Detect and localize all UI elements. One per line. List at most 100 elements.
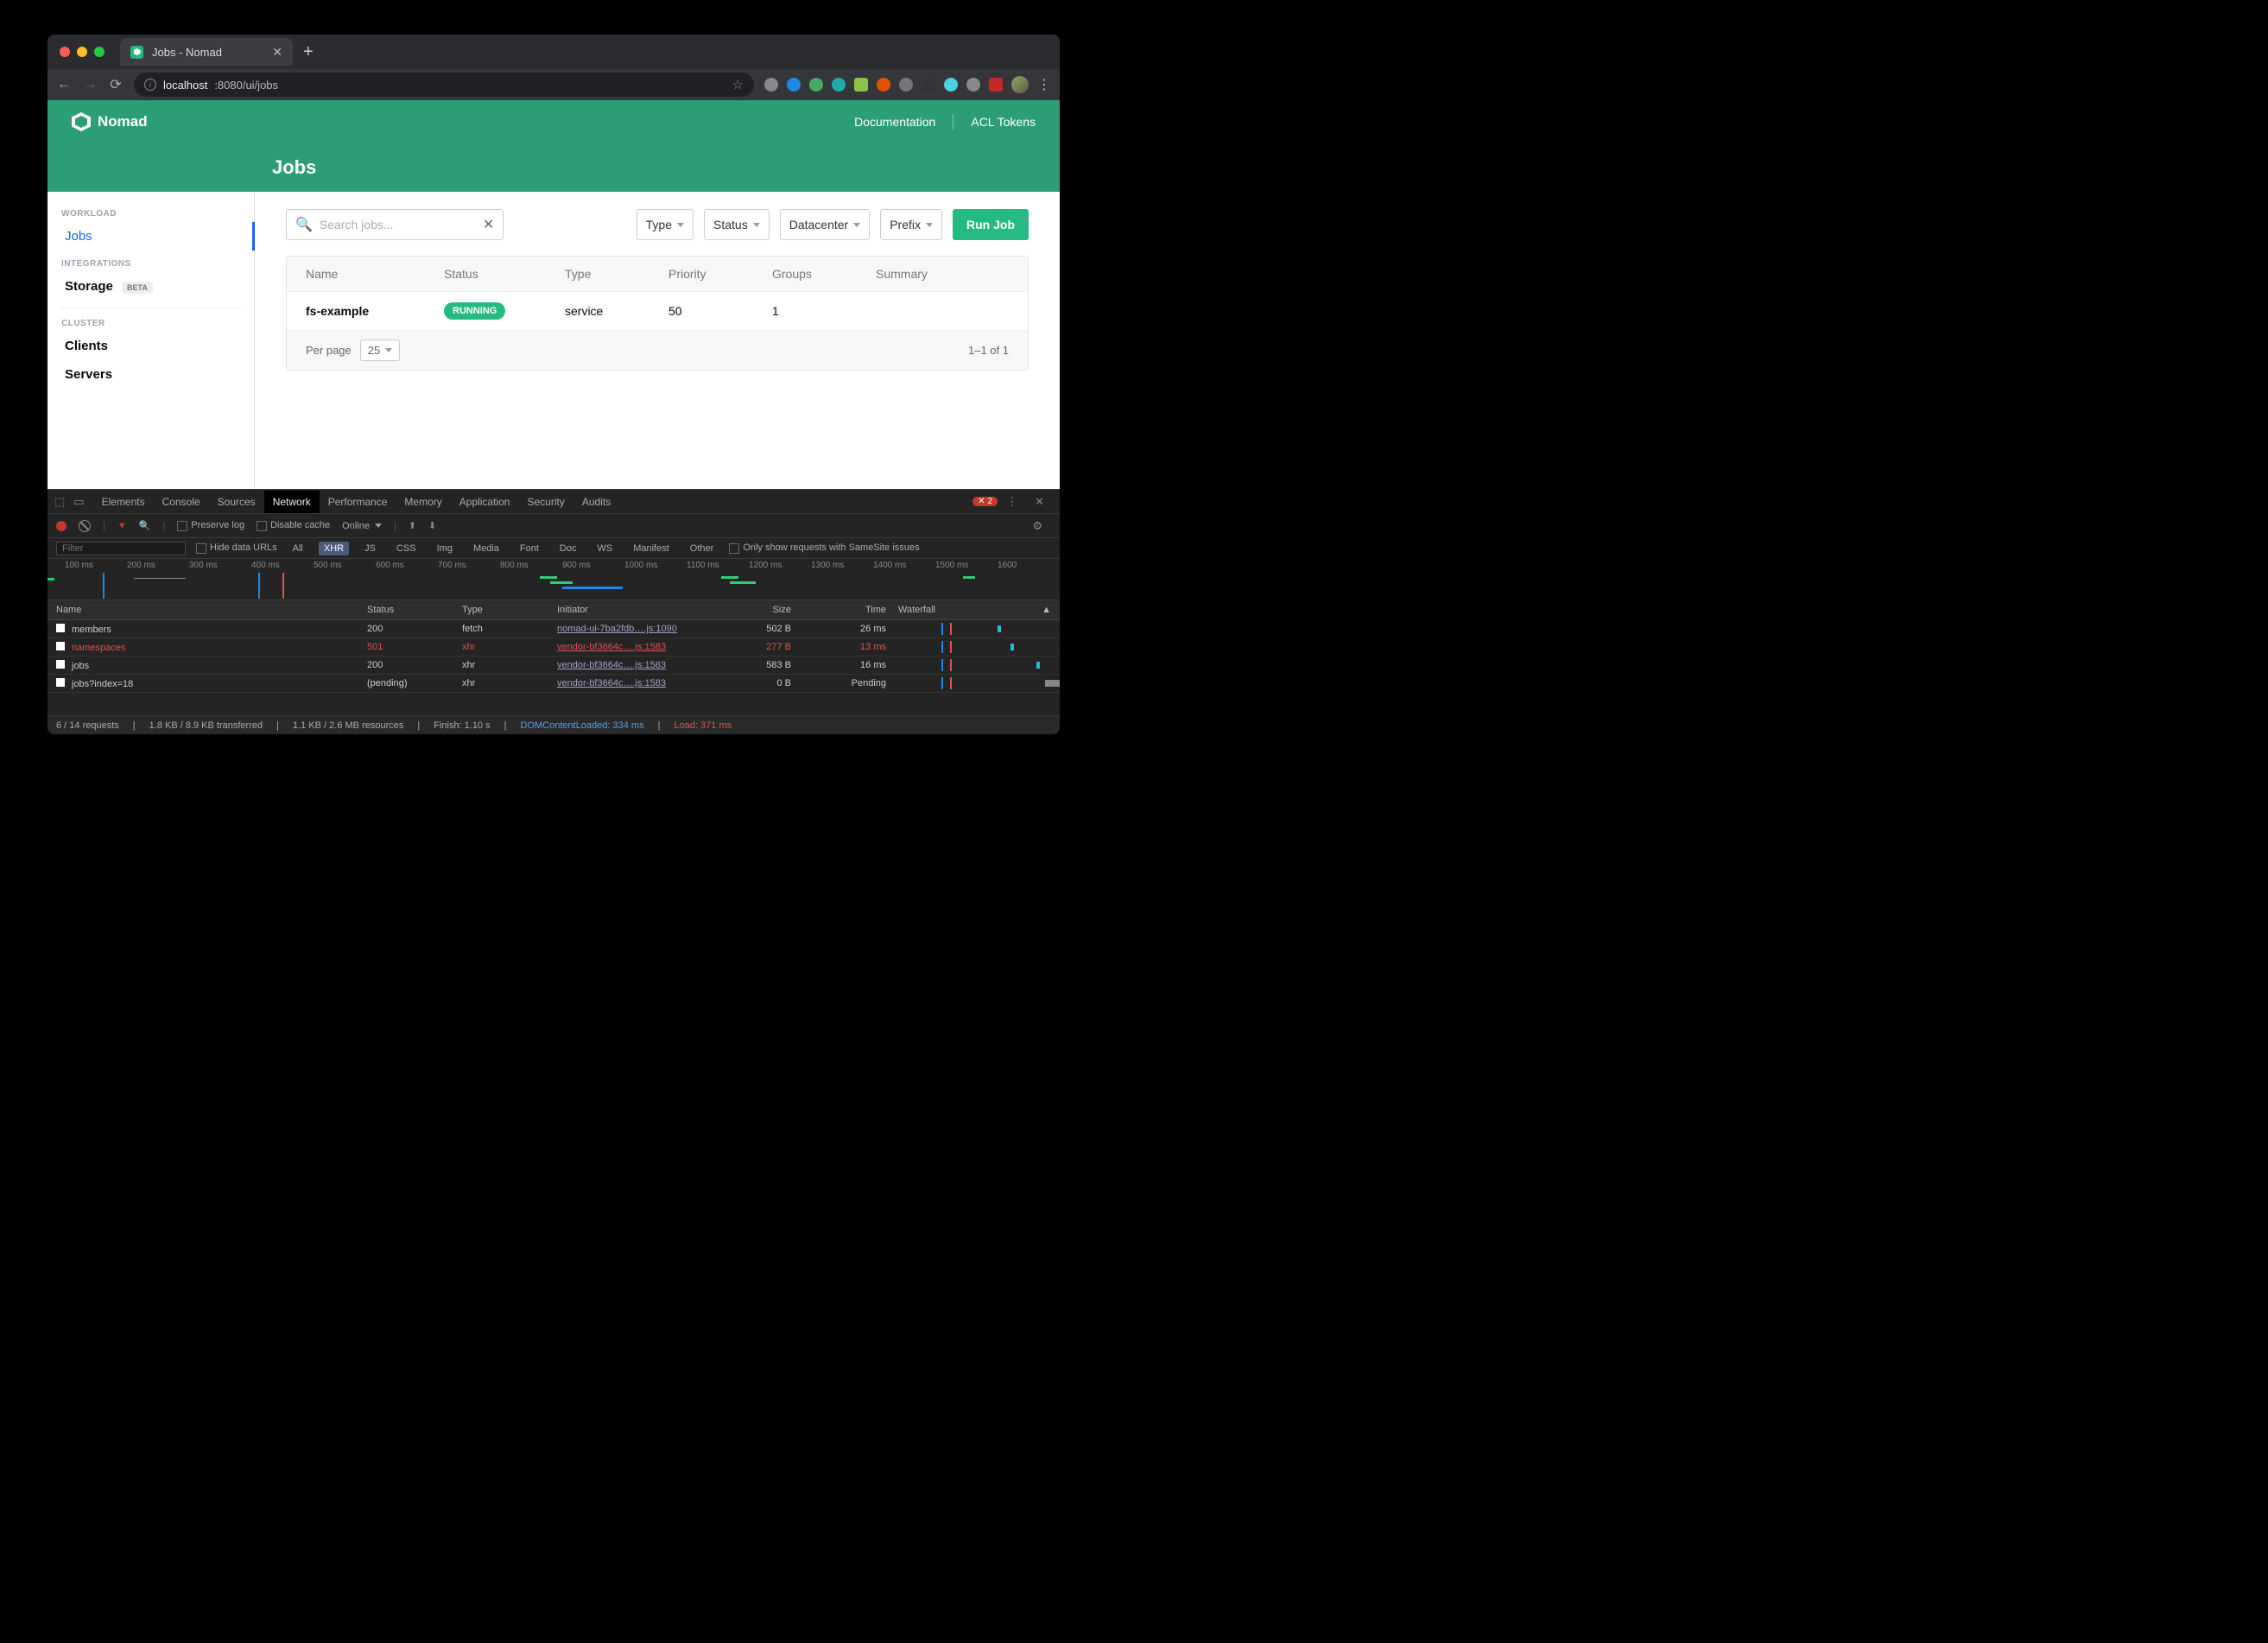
upload-icon[interactable]: ⬆ bbox=[409, 520, 416, 531]
type-manifest[interactable]: Manifest bbox=[628, 542, 675, 555]
browser-tab[interactable]: Jobs - Nomad ✕ bbox=[120, 38, 293, 66]
filter-toggle-icon[interactable]: ▼ bbox=[117, 521, 127, 531]
extension-icon[interactable] bbox=[787, 78, 801, 92]
type-font[interactable]: Font bbox=[515, 542, 544, 555]
sidebar-item-storage[interactable]: Storage BETA bbox=[48, 272, 254, 301]
extension-icon[interactable] bbox=[989, 78, 1003, 92]
device-toggle-icon[interactable]: ▭ bbox=[73, 495, 84, 509]
extension-icon[interactable] bbox=[922, 78, 935, 92]
col-time[interactable]: Time bbox=[803, 605, 898, 615]
sidebar-item-jobs[interactable]: Jobs bbox=[48, 222, 255, 251]
search-icon[interactable]: 🔍 bbox=[139, 520, 151, 531]
tab-security[interactable]: Security bbox=[518, 491, 573, 513]
col-status[interactable]: Status bbox=[367, 605, 462, 615]
tab-application[interactable]: Application bbox=[451, 491, 519, 513]
col-summary[interactable]: Summary bbox=[876, 267, 1009, 281]
request-row[interactable]: jobs?index=18(pending)xhrvendor-bf3664c…… bbox=[48, 675, 1060, 693]
close-tab-button[interactable]: ✕ bbox=[272, 45, 282, 60]
col-name[interactable]: Name bbox=[306, 267, 444, 281]
tab-performance[interactable]: Performance bbox=[320, 491, 396, 513]
type-img[interactable]: Img bbox=[432, 542, 458, 555]
close-devtools-button[interactable]: ✕ bbox=[1035, 495, 1044, 509]
type-all[interactable]: All bbox=[288, 542, 308, 555]
back-button[interactable]: ← bbox=[56, 77, 72, 92]
filter-prefix[interactable]: Prefix bbox=[880, 209, 942, 240]
clear-button[interactable] bbox=[79, 520, 91, 532]
req-initiator[interactable]: vendor-bf3664c….js:1583 bbox=[557, 660, 708, 670]
record-button[interactable] bbox=[56, 521, 67, 531]
type-media[interactable]: Media bbox=[468, 542, 504, 555]
network-timeline[interactable]: 100 ms200 ms300 ms400 ms500 ms600 ms700 … bbox=[48, 559, 1060, 600]
site-info-icon[interactable]: i bbox=[144, 79, 156, 91]
filter-datacenter[interactable]: Datacenter bbox=[780, 209, 870, 240]
devtools-menu-icon[interactable]: ⋮ bbox=[1006, 495, 1017, 509]
col-type[interactable]: Type bbox=[565, 267, 668, 281]
profile-avatar[interactable] bbox=[1011, 76, 1029, 93]
acl-tokens-link[interactable]: ACL Tokens bbox=[971, 115, 1036, 129]
browser-menu-button[interactable]: ⋮ bbox=[1037, 76, 1051, 93]
extension-icon[interactable] bbox=[809, 78, 823, 92]
col-initiator[interactable]: Initiator bbox=[557, 605, 708, 615]
type-ws[interactable]: WS bbox=[592, 542, 618, 555]
new-tab-button[interactable]: + bbox=[303, 42, 314, 62]
docs-link[interactable]: Documentation bbox=[854, 115, 935, 129]
filter-status[interactable]: Status bbox=[704, 209, 770, 240]
request-row[interactable]: namespaces501xhrvendor-bf3664c….js:15832… bbox=[48, 638, 1060, 657]
tab-sources[interactable]: Sources bbox=[209, 491, 264, 513]
extension-icon[interactable] bbox=[899, 78, 913, 92]
search-input[interactable] bbox=[320, 218, 476, 232]
col-name[interactable]: Name bbox=[56, 605, 367, 615]
perpage-select[interactable]: 25 bbox=[360, 339, 400, 361]
samesite-checkbox[interactable]: Only show requests with SameSite issues bbox=[729, 542, 919, 553]
col-groups[interactable]: Groups bbox=[772, 267, 876, 281]
type-doc[interactable]: Doc bbox=[554, 542, 582, 555]
type-js[interactable]: JS bbox=[359, 542, 381, 555]
type-xhr[interactable]: XHR bbox=[319, 542, 349, 555]
error-count-badge[interactable]: ✕ 2 bbox=[972, 497, 998, 506]
request-row[interactable]: jobs200xhrvendor-bf3664c….js:1583583 B16… bbox=[48, 657, 1060, 675]
hide-data-urls-checkbox[interactable]: Hide data URLs bbox=[196, 542, 277, 553]
tab-audits[interactable]: Audits bbox=[573, 491, 619, 513]
inspect-icon[interactable]: ⬚ bbox=[54, 495, 65, 509]
extension-icon[interactable] bbox=[854, 78, 868, 92]
request-row[interactable]: members200fetchnomad-ui-7ba2fdb….js:1090… bbox=[48, 620, 1060, 638]
sidebar-item-servers[interactable]: Servers bbox=[48, 360, 254, 389]
req-initiator[interactable]: nomad-ui-7ba2fdb….js:1090 bbox=[557, 624, 708, 634]
search-field[interactable]: 🔍 ✕ bbox=[286, 209, 504, 240]
url-field[interactable]: i localhost:8080/ui/jobs ☆ bbox=[134, 73, 754, 97]
col-type[interactable]: Type bbox=[462, 605, 557, 615]
disable-cache-checkbox[interactable]: Disable cache bbox=[257, 520, 330, 530]
forward-button[interactable]: → bbox=[82, 77, 98, 92]
table-row[interactable]: fs-example RUNNING service 50 1 bbox=[287, 292, 1028, 331]
col-status[interactable]: Status bbox=[444, 267, 565, 281]
sidebar-item-clients[interactable]: Clients bbox=[48, 332, 254, 360]
tab-network[interactable]: Network bbox=[264, 491, 320, 513]
filter-type[interactable]: Type bbox=[637, 209, 694, 240]
tab-console[interactable]: Console bbox=[154, 491, 209, 513]
extension-icon[interactable] bbox=[877, 78, 890, 92]
req-initiator[interactable]: vendor-bf3664c….js:1583 bbox=[557, 678, 708, 688]
extension-icon[interactable] bbox=[966, 78, 980, 92]
preserve-log-checkbox[interactable]: Preserve log bbox=[177, 520, 244, 530]
type-other[interactable]: Other bbox=[685, 542, 719, 555]
settings-icon[interactable]: ⚙ bbox=[1032, 519, 1042, 533]
reload-button[interactable]: ⟳ bbox=[108, 76, 124, 93]
col-size[interactable]: Size bbox=[708, 605, 803, 615]
filter-input[interactable] bbox=[56, 542, 186, 555]
run-job-button[interactable]: Run Job bbox=[953, 209, 1029, 240]
col-waterfall[interactable]: Waterfall▲ bbox=[898, 605, 1051, 615]
extension-icon[interactable] bbox=[944, 78, 958, 92]
clear-search-button[interactable]: ✕ bbox=[483, 216, 494, 233]
throttling-select[interactable]: Online bbox=[342, 521, 382, 531]
type-css[interactable]: CSS bbox=[391, 542, 421, 555]
tab-memory[interactable]: Memory bbox=[396, 491, 450, 513]
nomad-logo[interactable]: Nomad bbox=[72, 112, 148, 131]
col-priority[interactable]: Priority bbox=[668, 267, 772, 281]
close-window-button[interactable] bbox=[60, 47, 70, 57]
minimize-window-button[interactable] bbox=[77, 47, 87, 57]
req-initiator[interactable]: vendor-bf3664c….js:1583 bbox=[557, 642, 708, 652]
tab-elements[interactable]: Elements bbox=[93, 491, 154, 513]
download-icon[interactable]: ⬇ bbox=[428, 520, 436, 531]
extension-icon[interactable] bbox=[764, 78, 778, 92]
bookmark-icon[interactable]: ☆ bbox=[732, 77, 744, 92]
